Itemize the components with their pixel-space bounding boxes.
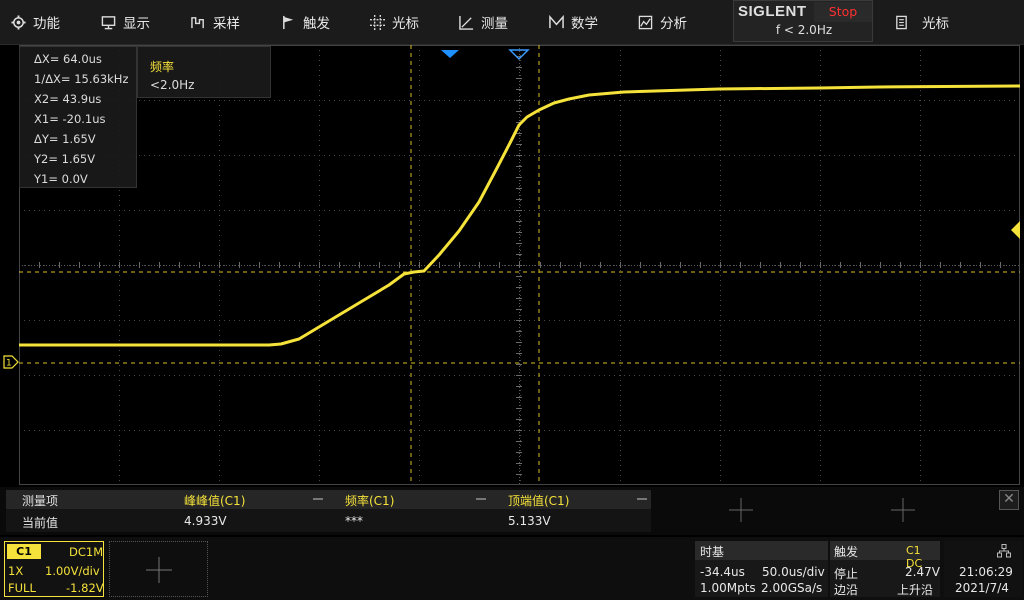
ground-level-marker[interactable]: 1: [3, 355, 20, 369]
add-channel-slot[interactable]: [109, 541, 208, 597]
trigger-flag-icon: [280, 14, 296, 30]
run-status-box[interactable]: SIGLENT Stop f < 2.0Hz: [733, 0, 873, 42]
measurement-panel[interactable]: 测量项 峰峰值(C1) 频率(C1) 顶端值(C1) 当前值 4.933V **…: [6, 490, 651, 532]
channel1-scale: 1.00V/div: [45, 564, 100, 578]
timebase-delay: -34.4us: [700, 565, 745, 579]
menu-cursor-right[interactable]: 光标: [893, 0, 949, 44]
graticule-grid: [19, 45, 1020, 485]
clock-time: 21:06:29: [959, 565, 1013, 579]
bottom-status-bar: C1 DC1M 1X 1.00V/div FULL -1.82V 时基 -34.…: [0, 537, 1024, 600]
timebase-title: 时基: [700, 545, 725, 559]
display-icon: [100, 14, 116, 30]
menu-measure-label: 测量: [481, 16, 508, 32]
measurement-2-value: ***: [345, 514, 363, 528]
menu-function[interactable]: 功能: [10, 0, 60, 44]
menu-acquire-label: 采样: [213, 16, 240, 32]
cursor-y1: Y1= 0.0V: [34, 172, 88, 186]
trigger-slope: 上升沿: [897, 583, 934, 597]
trigger-panel[interactable]: 触发 C1 DC 停止 2.47V 边沿 上升沿: [830, 541, 940, 597]
menu-cursor[interactable]: 光标: [369, 0, 419, 44]
channel1-coupling: DC1M: [69, 545, 104, 559]
frequency-title: 频率: [150, 60, 175, 74]
menu-acquire[interactable]: 采样: [190, 0, 240, 44]
add-channel-icon: [146, 557, 172, 583]
menu-analysis-label: 分析: [660, 16, 687, 32]
cursor-x1: X1= -20.1us: [34, 112, 106, 126]
close-measurement-icon[interactable]: ✕: [999, 490, 1019, 510]
menu-function-label: 功能: [33, 16, 60, 32]
channel1-settings[interactable]: C1 DC1M 1X 1.00V/div FULL -1.82V: [4, 541, 104, 597]
trigger-frequency: f < 2.0Hz: [775, 23, 833, 37]
clock-panel[interactable]: 21:06:29 2021/7/4: [944, 541, 1022, 597]
menu-display[interactable]: 显示: [100, 0, 150, 44]
menu-display-label: 显示: [123, 16, 150, 32]
measurement-header-label: 测量项: [22, 494, 59, 508]
measurement-header: 测量项 峰峰值(C1) 频率(C1) 顶端值(C1): [6, 490, 651, 509]
waveform-plot[interactable]: [19, 45, 1020, 485]
menu-cursor-right-label: 光标: [922, 16, 949, 32]
timebase-scale: 50.0us/div: [762, 565, 825, 579]
menu-math[interactable]: 数学: [548, 0, 598, 44]
clock-date: 2021/7/4: [955, 581, 1009, 595]
channel1-probe: 1X: [8, 564, 24, 578]
cursor-delta-y: ΔY= 1.65V: [34, 132, 96, 146]
graticule-svg: [19, 45, 1020, 485]
trigger-level: 2.47V: [905, 565, 940, 579]
stop-status-badge[interactable]: Stop: [814, 2, 872, 22]
timebase-panel[interactable]: 时基 -34.4us 50.0us/div 1.00Mpts 2.00GSa/s: [695, 541, 828, 597]
trigger-title: 触发: [834, 545, 859, 559]
frequency-value: <2.0Hz: [150, 78, 195, 92]
measurement-area: 测量项 峰峰值(C1) 频率(C1) 顶端值(C1) 当前值 4.933V **…: [0, 487, 1024, 535]
timebase-memory: 1.00Mpts: [700, 581, 756, 595]
cursor-y2: Y2= 1.65V: [34, 152, 96, 166]
measurement-1-divider: [313, 498, 323, 500]
add-measurement-icon-2[interactable]: [891, 498, 915, 522]
cursor-delta-x: ΔX= 64.0us: [34, 52, 102, 66]
trigger-type: 边沿: [834, 583, 859, 597]
cursor-doc-icon: [893, 14, 909, 30]
brand-logo: SIGLENT: [738, 3, 807, 20]
measurement-2-name[interactable]: 频率(C1): [345, 492, 394, 509]
analysis-icon: [637, 14, 653, 30]
cursor-icon: [369, 14, 385, 30]
menu-trigger-label: 触发: [303, 16, 330, 32]
measurement-2-divider: [476, 498, 486, 500]
menu-measure[interactable]: 测量: [458, 0, 508, 44]
measurement-1-name[interactable]: 峰峰值(C1): [184, 492, 245, 509]
measurement-row-label: 当前值: [22, 516, 59, 530]
channel1-tag: C1: [7, 544, 41, 559]
add-measurement-icon[interactable]: [729, 498, 753, 522]
cursor-x2: X2= 43.9us: [34, 92, 102, 106]
network-icon: [997, 544, 1011, 558]
timebase-sample-rate: 2.00GSa/s: [761, 581, 823, 595]
frequency-readout-box: 频率 <2.0Hz: [137, 46, 271, 98]
channel1-bandwidth: FULL: [8, 581, 36, 595]
trigger-state: 停止: [834, 567, 859, 581]
math-icon: [548, 14, 564, 30]
measurement-1-value: 4.933V: [184, 514, 227, 528]
svg-text:1: 1: [6, 359, 12, 369]
menu-cursor-label: 光标: [392, 16, 419, 32]
acquire-icon: [190, 14, 206, 30]
menu-analysis[interactable]: 分析: [637, 0, 687, 44]
measurement-3-divider: [637, 498, 647, 500]
channel1-offset: -1.82V: [66, 581, 104, 595]
gear-icon: [10, 14, 26, 30]
cursor-readout-panel: ΔX= 64.0us 1/ΔX= 15.63kHz X2= 43.9us X1=…: [19, 46, 137, 188]
oscilloscope-screen: 功能 显示 采样 触发 光标 测量 数学 分析 SIGLENT Stop f <…: [0, 0, 1024, 600]
measurement-3-name[interactable]: 顶端值(C1): [508, 492, 569, 509]
top-menu-bar: 功能 显示 采样 触发 光标 测量 数学 分析 SIGLENT Stop f <…: [0, 0, 1024, 45]
trigger-level-marker: [1011, 221, 1020, 239]
menu-trigger[interactable]: 触发: [280, 0, 330, 44]
trigger-position-marker: [441, 50, 459, 58]
measure-icon: [458, 14, 474, 30]
measurement-3-value: 5.133V: [508, 514, 551, 528]
menu-math-label: 数学: [571, 16, 598, 32]
cursor-inverse-delta-x: 1/ΔX= 15.63kHz: [34, 72, 129, 86]
